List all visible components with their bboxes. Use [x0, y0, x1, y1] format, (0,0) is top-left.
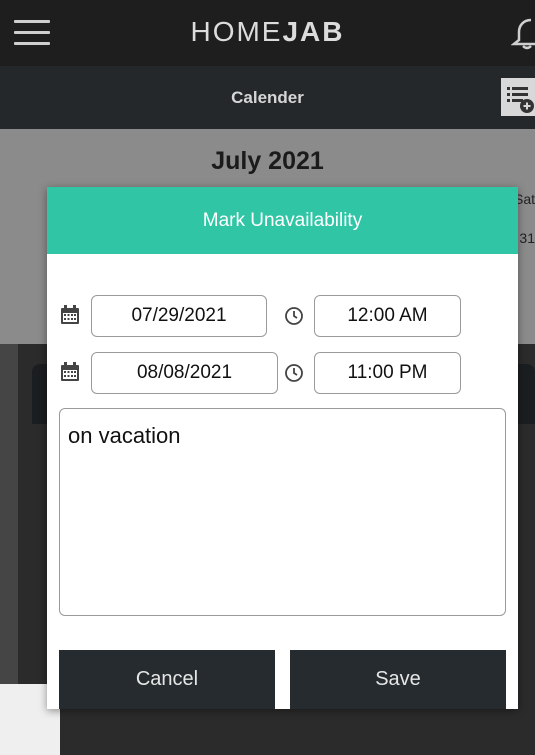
day-cell-31[interactable]: 31 — [519, 230, 535, 246]
calendar-icon — [61, 362, 79, 381]
dialog-title: Mark Unavailability — [47, 187, 518, 254]
cancel-button[interactable]: Cancel — [59, 650, 275, 709]
page-title: Calender — [231, 88, 304, 107]
end-row: 08/08/2021 11:00 PM — [47, 352, 518, 394]
start-time-field[interactable]: 12:00 AM — [314, 295, 461, 337]
logo-part-jab: JAB — [282, 16, 345, 47]
clock-icon — [285, 307, 303, 325]
month-title: July 2021 — [211, 147, 324, 175]
end-time-field[interactable]: 11:00 PM — [314, 352, 461, 394]
bell-icon[interactable] — [511, 12, 535, 50]
calendar-subheader: Calender — [0, 66, 535, 129]
background-panel — [0, 344, 18, 684]
end-date-field[interactable]: 08/08/2021 — [91, 352, 278, 394]
start-date-field[interactable]: 07/29/2021 — [91, 295, 267, 337]
start-row: 07/29/2021 12:00 AM — [47, 295, 518, 337]
logo-part-home: HOME — [190, 16, 283, 47]
list-add-icon[interactable] — [501, 78, 535, 116]
calendar-icon — [61, 305, 79, 324]
save-button[interactable]: Save — [290, 650, 506, 709]
app-header: HOMEJAB — [0, 0, 535, 66]
app-logo: HOMEJAB — [0, 16, 535, 48]
clock-icon — [285, 364, 303, 382]
screen: HOMEJAB Calender July 2021 Sat 31 Mark U… — [0, 0, 535, 755]
mark-unavailability-dialog: Mark Unavailability 07/29/2021 12:00 AM — [47, 187, 518, 709]
notes-textarea[interactable]: on vacation — [59, 408, 506, 616]
